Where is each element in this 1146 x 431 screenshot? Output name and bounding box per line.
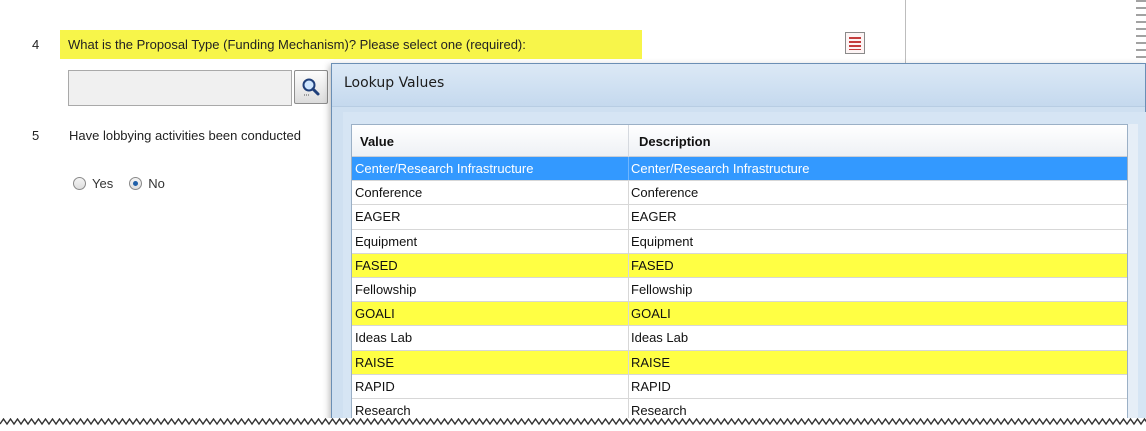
header-divider xyxy=(628,125,629,157)
row-description: Conference xyxy=(631,185,699,201)
column-header-value[interactable]: Value xyxy=(360,134,394,149)
torn-edge-bottom xyxy=(0,418,1146,431)
question-5-number: 5 xyxy=(32,128,40,143)
row-description: Fellowship xyxy=(631,281,693,297)
row-value: FASED xyxy=(355,257,398,273)
radio-no[interactable] xyxy=(129,177,143,190)
dialog-title: Lookup Values xyxy=(344,75,445,91)
row-value: Conference xyxy=(355,185,423,201)
torn-edge-zigzag xyxy=(0,418,1146,426)
radio-no-label: No xyxy=(148,176,165,191)
cell-divider xyxy=(628,350,629,374)
table-row[interactable]: FASED FASED xyxy=(352,253,1127,278)
cell-divider xyxy=(628,181,629,205)
table-row[interactable]: Fellowship Fellowship xyxy=(352,277,1127,303)
row-description: Equipment xyxy=(631,233,694,249)
column-header-description[interactable]: Description xyxy=(639,134,711,149)
row-description: FASED xyxy=(631,257,674,273)
lookup-button[interactable] xyxy=(294,70,328,104)
table-row[interactable]: Ideas Lab Ideas Lab xyxy=(352,326,1127,351)
dialog-body: Value Description Center/Research Infras… xyxy=(343,112,1146,431)
cell-divider xyxy=(628,277,629,302)
table-row[interactable]: RAPID RAPID xyxy=(352,374,1127,399)
table-row[interactable]: RAISE RAISE xyxy=(352,350,1127,375)
row-value: Ideas Lab xyxy=(355,330,413,346)
dialog-title-bar[interactable]: Lookup Values xyxy=(332,64,1145,107)
table-row[interactable]: Center/Research Infrastructure Center/Res… xyxy=(352,157,1127,182)
lookup-grid: Value Description Center/Research Infras… xyxy=(351,124,1128,431)
question-5-text: Have lobbying activities been conducted xyxy=(69,128,301,143)
row-value: EAGER xyxy=(355,209,401,225)
row-value: RAISE xyxy=(355,354,395,370)
cell-divider xyxy=(628,205,629,229)
cell-divider xyxy=(628,253,629,277)
lookup-values-dialog: Lookup Values Value Description Center/R… xyxy=(331,63,1146,431)
document-help-icon[interactable] xyxy=(845,32,865,54)
row-value: Center/Research Infrastructure xyxy=(355,161,534,176)
question-4-number: 4 xyxy=(32,37,40,52)
row-description: GOALI xyxy=(631,306,671,322)
cell-divider xyxy=(628,157,629,181)
document-lines-icon xyxy=(849,37,861,50)
cell-divider xyxy=(628,229,629,253)
cell-divider xyxy=(628,302,629,326)
row-value: Equipment xyxy=(355,233,418,249)
row-value: Research xyxy=(355,402,411,418)
cell-divider xyxy=(628,326,629,350)
row-value: GOALI xyxy=(355,306,395,322)
row-description: Research xyxy=(631,402,687,418)
row-description: RAPID xyxy=(631,378,671,394)
radio-yes-label: Yes xyxy=(92,176,114,191)
row-description: RAISE xyxy=(631,354,671,370)
row-description: Ideas Lab xyxy=(631,330,689,346)
table-row[interactable]: Conference Conference xyxy=(352,181,1127,206)
question-4-text: What is the Proposal Type (Funding Mecha… xyxy=(60,30,642,59)
proposal-type-input[interactable] xyxy=(68,70,292,106)
grid-scrollbar[interactable] xyxy=(1128,124,1138,431)
table-row[interactable]: GOALI GOALI xyxy=(352,302,1127,327)
row-value: RAPID xyxy=(355,378,395,394)
lobbying-radio-group: Yes No xyxy=(73,176,181,191)
row-value: Fellowship xyxy=(355,281,417,297)
table-row[interactable]: EAGER EAGER xyxy=(352,205,1127,230)
row-description: Center/Research Infrastructure xyxy=(631,161,810,176)
row-description: EAGER xyxy=(631,209,677,225)
magnifier-icon xyxy=(302,78,320,96)
table-row[interactable]: Equipment Equipment xyxy=(352,229,1127,254)
radio-yes[interactable] xyxy=(73,177,86,190)
grid-rows: Center/Research Infrastructure Center/Res… xyxy=(352,157,1127,424)
cell-divider xyxy=(628,374,629,398)
grid-header: Value Description xyxy=(352,125,1127,157)
